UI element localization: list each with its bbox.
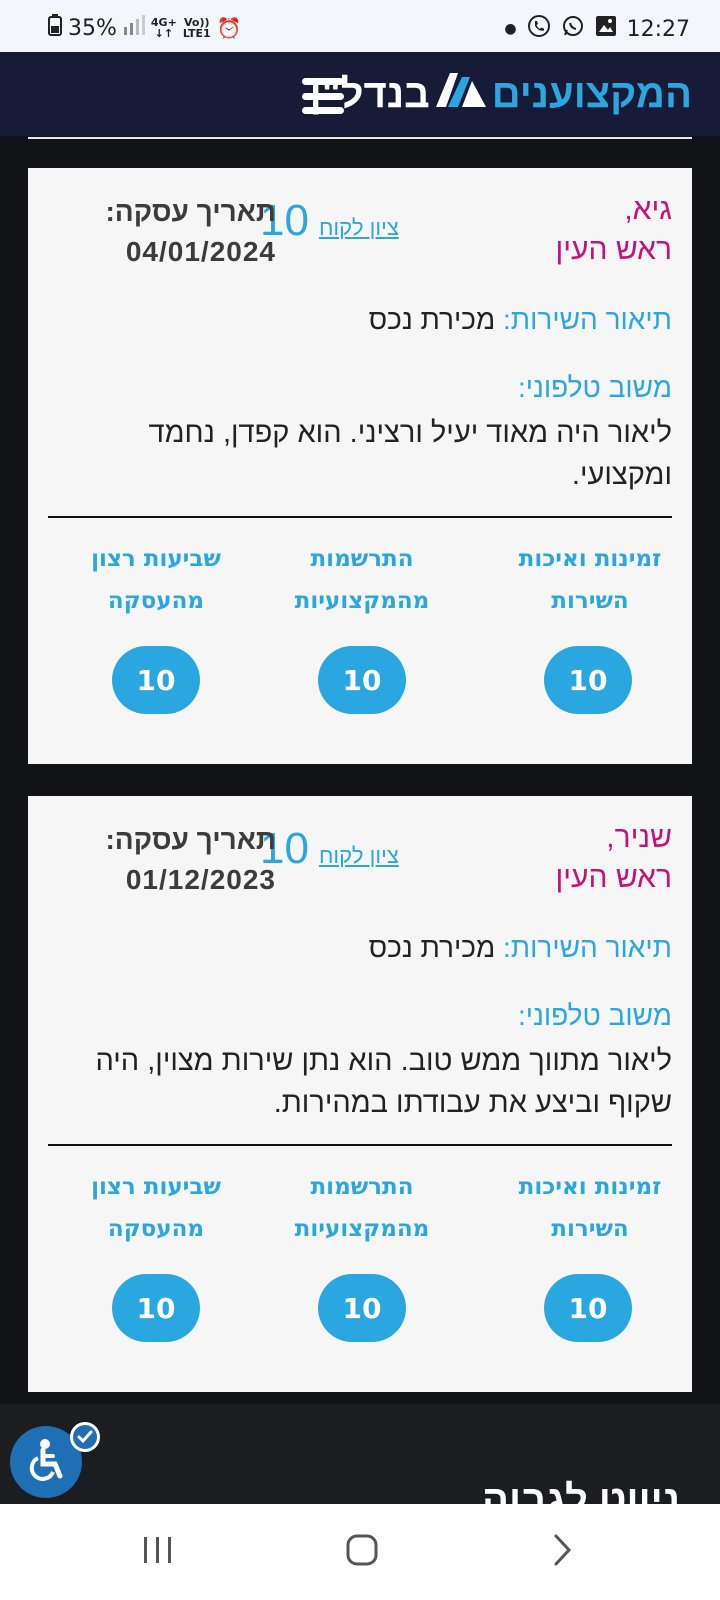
service-value: מכירת נכס <box>368 932 496 963</box>
reviewer-city: ראש העין <box>555 861 672 894</box>
phone-call-icon <box>527 14 551 44</box>
logo-text-secondary: בנדל"ן <box>309 72 430 116</box>
site-header: המקצוענים בנדל"ן <box>0 52 720 136</box>
check-icon <box>70 1422 100 1452</box>
network-type: 4G+ <box>150 16 177 29</box>
notification-dot-icon: ● <box>504 21 517 37</box>
customer-score-link[interactable]: ציון לקוח <box>319 215 399 241</box>
signal-icon <box>123 15 145 41</box>
metric-score-satisfaction: 10 <box>112 1274 200 1342</box>
recents-button[interactable] <box>128 1524 188 1580</box>
customer-score: 10 ציון לקוח <box>260 824 399 874</box>
date-value: 04/01/2024 <box>125 236 276 267</box>
metric-label-availability: זמינות ואיכות השירות <box>518 546 662 614</box>
back-icon <box>550 1533 574 1571</box>
metric-score-professionalism: 10 <box>318 1274 406 1342</box>
service-label: תיאור השירות: <box>502 304 672 335</box>
home-button[interactable] <box>332 1524 392 1580</box>
site-footer: ניווט לגבוה <box>0 1404 720 1522</box>
transaction-date: תאריך עסקה: 04/01/2024 <box>76 192 276 272</box>
metric-score-professionalism: 10 <box>318 646 406 714</box>
service-label: תיאור השירות: <box>502 932 672 963</box>
service-description: תיאור השירות: מכירת נכס <box>369 304 672 336</box>
system-nav-bar <box>0 1504 720 1600</box>
reviewer-name: גיא, <box>624 193 672 226</box>
battery-percent: 35% <box>68 15 117 41</box>
card-divider <box>48 516 672 518</box>
recents-icon <box>141 1535 175 1569</box>
customer-score-link[interactable]: ציון לקוח <box>319 843 399 869</box>
home-icon <box>345 1533 379 1571</box>
feedback-text: ליאור היה מאוד יעיל ורציני. הוא קפדן, נח… <box>148 417 672 491</box>
site-logo[interactable]: המקצוענים בנדל"ן <box>310 72 692 117</box>
whatsapp-icon <box>561 14 585 44</box>
metric-score-availability: 10 <box>544 646 632 714</box>
network-4g: 4G+ ↓↑ <box>150 16 177 40</box>
battery-icon <box>48 14 62 42</box>
service-description: תיאור השירות: מכירת נכס <box>369 932 672 964</box>
metric-label-professionalism: התרשמות מהמקצועיות <box>294 1174 430 1242</box>
header-divider <box>28 137 692 139</box>
metric-label-satisfaction: שביעות רצון מהעסקה <box>91 546 221 614</box>
card-divider <box>48 1144 672 1146</box>
wheelchair-icon <box>25 1438 67 1486</box>
gallery-icon <box>595 15 617 43</box>
reviewer-city: ראש העין <box>555 233 672 266</box>
back-button[interactable] <box>532 1524 592 1580</box>
feedback-label: משוב טלפוני: <box>517 1000 672 1031</box>
metric-label-professionalism: התרשמות מהמקצועיות <box>294 546 430 614</box>
review-card: גיא, ראש העין 10 ציון לקוח תאריך עסקה: 0… <box>28 168 692 764</box>
status-left: 35% 4G+ ↓↑ Vo)) LTE1 ⏰ <box>48 14 242 42</box>
network-volte: Vo)) LTE1 <box>183 17 211 39</box>
logo-mark-icon <box>435 72 486 117</box>
reviewer-info: שניר, ראש העין <box>555 818 672 898</box>
logo-text-primary: המקצוענים <box>491 72 692 116</box>
status-right: ● 12:27 <box>504 14 690 44</box>
alarm-icon: ⏰ <box>216 16 242 40</box>
date-label: תאריך עסקה: <box>105 196 276 227</box>
metric-label-availability: זמינות ואיכות השירות <box>518 1174 662 1242</box>
metric-score-satisfaction: 10 <box>112 646 200 714</box>
metric-score-availability: 10 <box>544 1274 632 1342</box>
reviewer-name: שניר, <box>606 821 672 854</box>
status-bar: 35% 4G+ ↓↑ Vo)) LTE1 ⏰ ● 12:27 <box>0 0 720 52</box>
feedback-text: ליאור מתווך ממש טוב. הוא נתן שירות מצוין… <box>95 1045 672 1119</box>
service-value: מכירת נכס <box>368 304 496 335</box>
reviewer-info: גיא, ראש העין <box>555 190 672 270</box>
date-label: תאריך עסקה: <box>105 824 276 855</box>
lte-label: LTE1 <box>182 27 211 40</box>
date-value: 01/12/2023 <box>125 864 276 895</box>
metric-label-satisfaction: שביעות רצון מהעסקה <box>91 1174 221 1242</box>
customer-score: 10 ציון לקוח <box>260 196 399 246</box>
review-card: שניר, ראש העין 10 ציון לקוח תאריך עסקה: … <box>28 796 692 1392</box>
transaction-date: תאריך עסקה: 01/12/2023 <box>76 820 276 900</box>
feedback-label: משוב טלפוני: <box>517 372 672 403</box>
clock-time: 12:27 <box>626 16 690 42</box>
